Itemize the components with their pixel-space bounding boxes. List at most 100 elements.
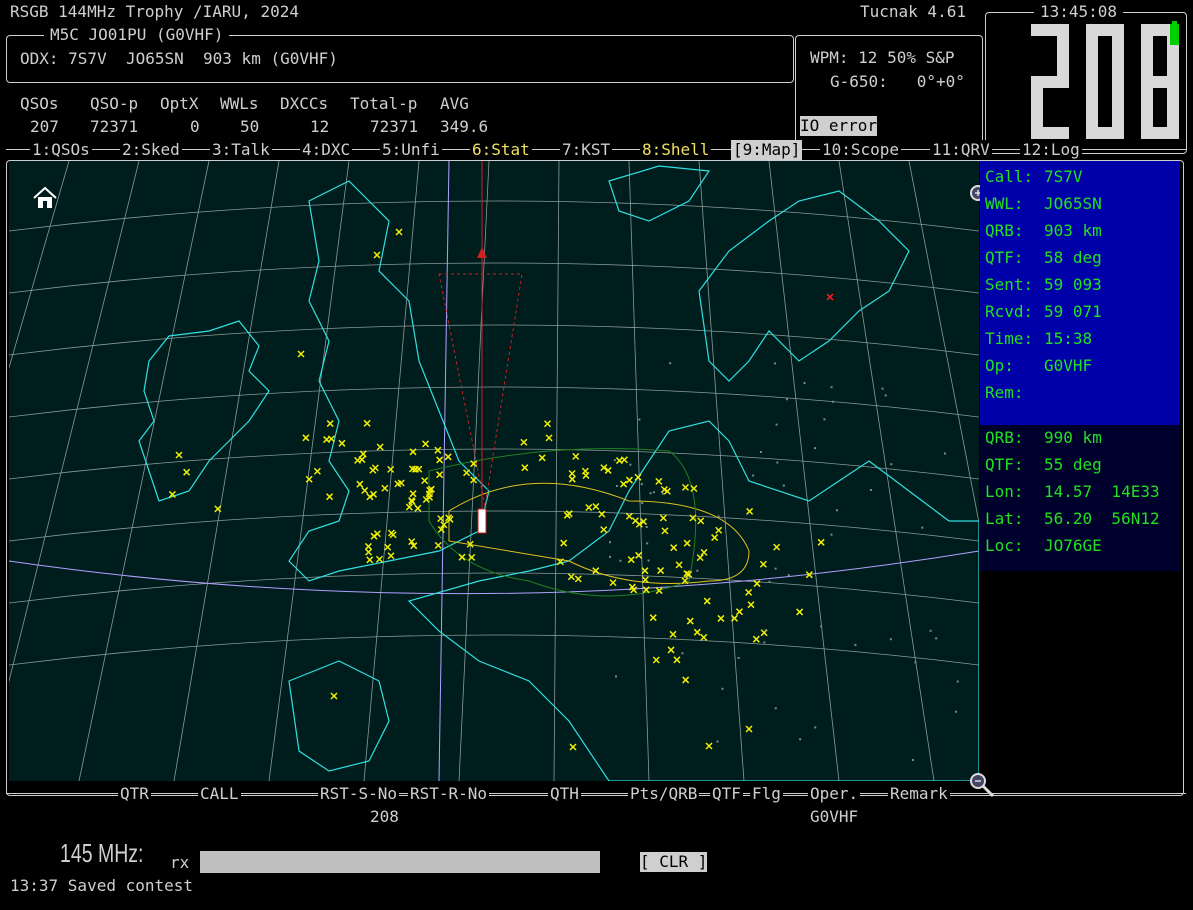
qso-marker [705, 742, 713, 750]
station-dot [615, 675, 618, 678]
qso-marker [183, 468, 191, 476]
rotor-status: G-650: 0°+0° [830, 72, 965, 91]
callsign-input[interactable] [200, 851, 600, 873]
station-dot [768, 580, 771, 583]
qso-info-value: 58 deg [1044, 248, 1102, 267]
tab-2sked[interactable]: 2:Sked [120, 140, 182, 160]
coastline [608, 165, 711, 222]
station-dot [661, 492, 664, 495]
qso-marker [458, 553, 466, 561]
qso-marker [568, 475, 576, 483]
home-icon[interactable] [12, 164, 59, 217]
tab-12log[interactable]: 12:Log [1020, 140, 1082, 160]
longitude-line [268, 161, 350, 781]
qso-marker [545, 434, 553, 442]
qso-marker [655, 477, 663, 485]
zoom-out-icon[interactable] [948, 751, 997, 804]
latitude-line [9, 262, 979, 294]
qso-marker [381, 484, 389, 492]
coastline [288, 660, 390, 772]
qso-marker [326, 420, 334, 428]
station-dot [914, 661, 917, 664]
qso-marker [387, 529, 395, 537]
qso-marker [711, 534, 719, 542]
qso-info-key: Op: [985, 356, 1014, 375]
qso-marker [745, 725, 753, 733]
clr-button[interactable]: [ CLR ] [640, 852, 708, 872]
tab-9map[interactable]: [9:Map] [731, 140, 803, 160]
station-dot [787, 574, 790, 577]
qso-marker [641, 576, 649, 584]
qso-marker [370, 532, 378, 540]
qso-marker [371, 464, 379, 472]
station-dot [782, 484, 785, 487]
qso-marker [365, 548, 373, 556]
qso-marker [625, 476, 633, 484]
station-dot [717, 515, 720, 518]
qso-marker [387, 552, 395, 560]
station-dot [681, 652, 684, 655]
counter-segment [1141, 75, 1179, 88]
tab-7kst[interactable]: 7:KST [560, 140, 613, 160]
cursor-info-key: QTF: [985, 455, 1024, 474]
map-view[interactable] [9, 161, 979, 781]
station-dot [763, 641, 766, 644]
station-dot [774, 707, 777, 710]
qso-marker [538, 454, 546, 462]
status-message: 13:37 Saved contest [10, 876, 194, 895]
station-dot [752, 474, 755, 477]
tab-3talk[interactable]: 3:Talk [210, 140, 272, 160]
home-station-marker [477, 508, 487, 534]
qso-marker [773, 543, 781, 551]
station-dot [832, 400, 835, 403]
coastline [698, 190, 910, 382]
qso-marker [375, 555, 383, 563]
tab-10scope[interactable]: 10:Scope [820, 140, 902, 160]
qso-marker [422, 440, 430, 448]
station-dot [911, 758, 914, 761]
qso-marker [693, 628, 701, 636]
stats-header: QSOs [20, 94, 59, 113]
longitude-line [9, 161, 140, 683]
qso-marker [649, 614, 657, 622]
station-dot [649, 492, 652, 495]
qso-marker [436, 471, 444, 479]
station-dot [759, 450, 762, 453]
cursor-info-key: Loc: [985, 536, 1024, 555]
station-title: M5C JO01PU (G0VHF) [44, 25, 230, 45]
qso-marker [686, 617, 694, 625]
tab-5unfi[interactable]: 5:Unfi [380, 140, 442, 160]
qso-marker [641, 567, 649, 575]
qso-info-key: Rcvd: [985, 302, 1034, 321]
qso-info-key: Time: [985, 329, 1034, 348]
station-dot [776, 461, 779, 464]
qso-info-key: Sent: [985, 275, 1034, 294]
entry-column-header: Flg [750, 784, 783, 804]
coastline [288, 180, 490, 582]
tab-8shell[interactable]: 8:Shell [640, 140, 712, 160]
qso-marker [696, 554, 704, 562]
entry-column-header: QTF [710, 784, 743, 804]
qso-marker [297, 350, 305, 358]
station-dot [935, 637, 938, 640]
cursor-info-key: QRB: [985, 428, 1024, 447]
station-dot [696, 569, 699, 572]
io-error-indicator: IO error [800, 116, 878, 136]
serial-number: 208 [370, 807, 399, 826]
tab-11qrv[interactable]: 11:QRV [930, 140, 992, 160]
map-canvas[interactable] [9, 161, 979, 781]
operator-field[interactable]: G0VHF [810, 807, 858, 827]
qso-marker [373, 251, 381, 259]
stats-value: 50 [240, 117, 260, 136]
tab-4dxc[interactable]: 4:DXC [300, 140, 353, 160]
tab-1qsos[interactable]: 1:QSOs [30, 140, 92, 160]
qso-marker [434, 446, 442, 454]
qso-info-value: JO65SN [1044, 194, 1102, 213]
cursor-info-panel: QRB: 990 km QTF: 55 deg Lon: 14.57 14E33 Lat: 5… [980, 425, 1180, 571]
counter-segment [1057, 24, 1069, 82]
cursor-info-key: Lon: [985, 482, 1024, 501]
station-dot [646, 542, 649, 545]
tab-6stat[interactable]: 6:Stat [470, 140, 532, 160]
qso-marker [652, 656, 660, 664]
qso-marker [574, 575, 582, 583]
